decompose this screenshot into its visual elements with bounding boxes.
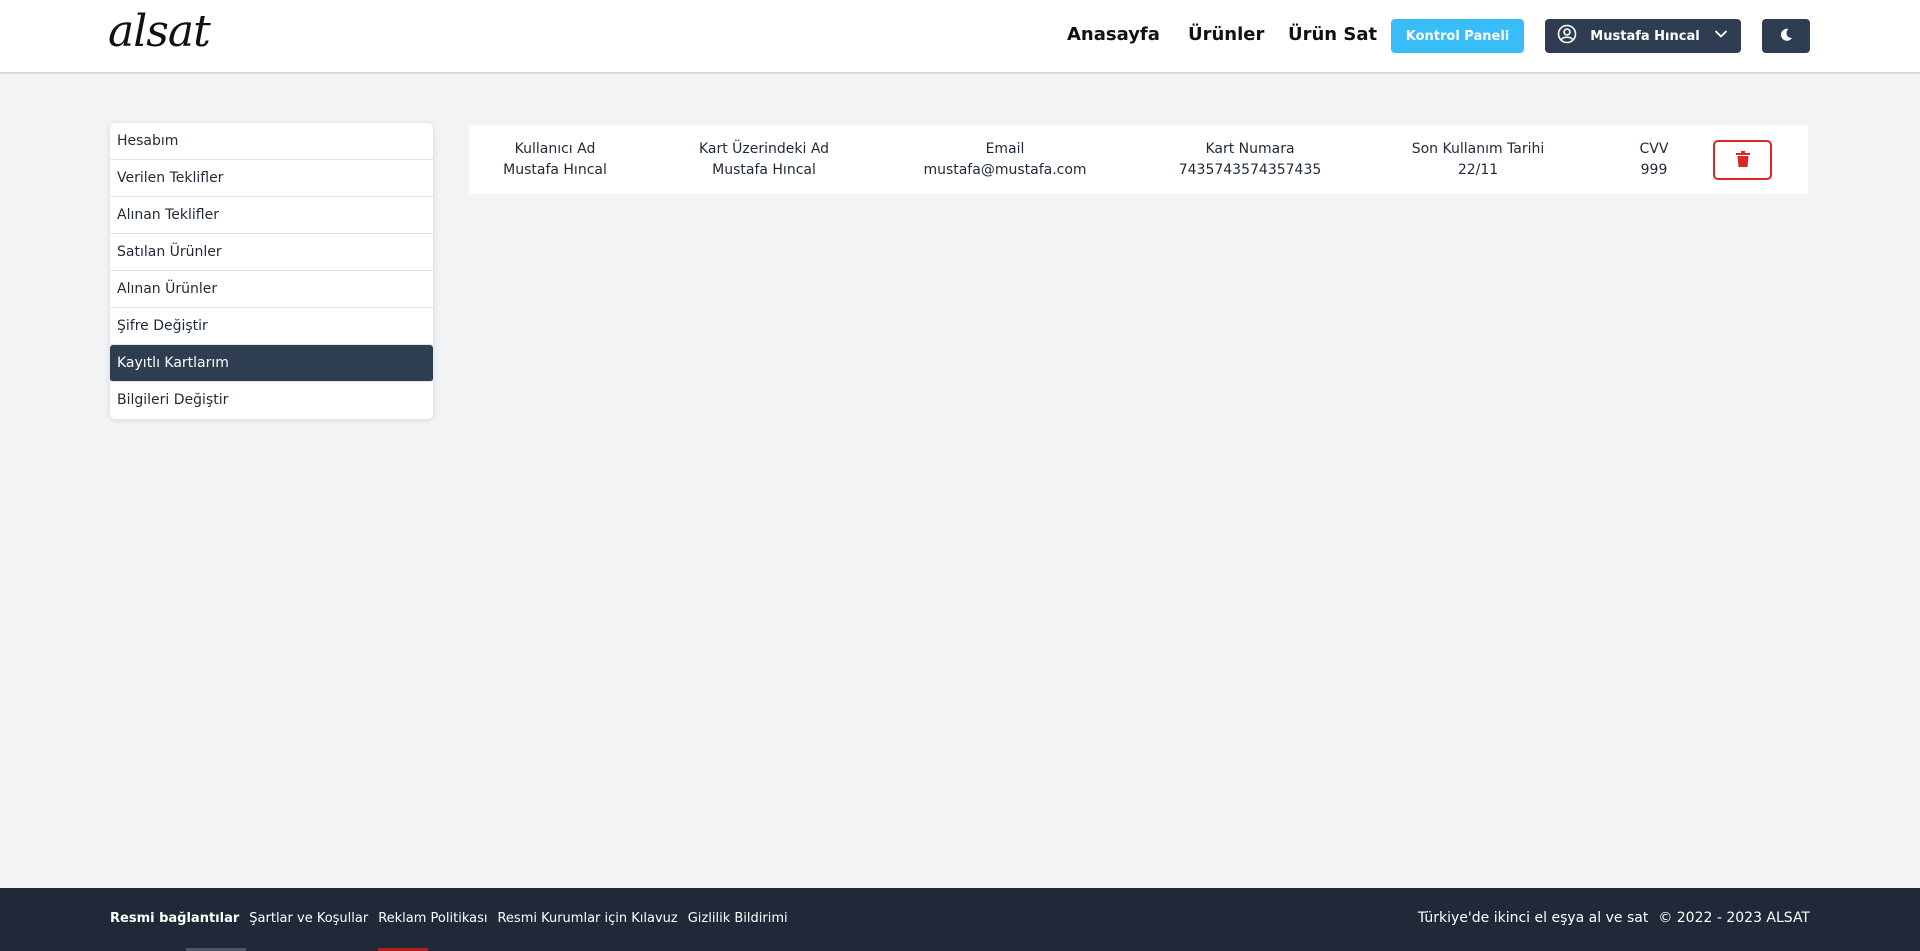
column-header: CVV — [1639, 141, 1669, 157]
card-column-cardholder: Kart Üzerindeki Ad Mustafa Hıncal — [699, 139, 829, 181]
sidebar-item-saved-cards[interactable]: Kayıtlı Kartlarım — [110, 345, 433, 382]
footer-right: Türkiye'de ikinci el eşya al ve sat © 20… — [1418, 910, 1810, 926]
sidebar-item-offers-received[interactable]: Alınan Teklifler — [110, 197, 433, 234]
footer-link-authorities-guide[interactable]: Resmi Kurumlar için Kılavuz — [497, 911, 677, 926]
column-value: mustafa@mustafa.com — [923, 162, 1087, 178]
sidebar-item-account[interactable]: Hesabım — [110, 123, 433, 160]
nav-products-link[interactable]: Ürünler — [1188, 24, 1264, 45]
card-column-expiry: Son Kullanım Tarihi 22/11 — [1412, 139, 1545, 181]
user-name: Mustafa Hıncal — [1590, 28, 1700, 44]
sidebar-item-offers-given[interactable]: Verilen Teklifler — [110, 160, 433, 197]
user-circle-icon — [1557, 24, 1577, 48]
account-sidebar: Hesabım Verilen Teklifler Alınan Teklifl… — [110, 123, 433, 419]
footer-link-terms[interactable]: Şartlar ve Koşullar — [249, 911, 368, 926]
column-value: Mustafa Hıncal — [712, 162, 816, 178]
column-header: Email — [985, 141, 1025, 157]
site-logo[interactable]: alsat — [108, 6, 211, 57]
control-panel-button[interactable]: Kontrol Paneli — [1391, 19, 1524, 53]
footer-copyright: © 2022 - 2023 ALSAT — [1658, 910, 1810, 926]
column-value: 22/11 — [1457, 162, 1499, 178]
saved-card-row: Kullanıcı Ad Mustafa Hıncal Kart Üzerind… — [469, 125, 1808, 194]
card-column-email: Email mustafa@mustafa.com — [923, 139, 1086, 181]
column-value: 999 — [1640, 162, 1668, 178]
card-column-cvv: CVV 999 — [1640, 139, 1669, 181]
footer-links: Resmi bağlantılar Şartlar ve Koşullar Re… — [110, 911, 788, 926]
nav-sell-link[interactable]: Ürün Sat — [1288, 24, 1377, 45]
chevron-down-icon — [1713, 26, 1729, 46]
column-header: Kart Numara — [1205, 141, 1295, 157]
column-header: Kart Üzerindeki Ad — [698, 141, 830, 157]
site-footer: Resmi bağlantılar Şartlar ve Koşullar Re… — [0, 888, 1920, 951]
moon-icon — [1778, 27, 1794, 46]
card-column-number: Kart Numara 7435743574357435 — [1179, 139, 1322, 181]
user-menu-button[interactable]: Mustafa Hıncal — [1545, 19, 1741, 53]
column-header: Son Kullanım Tarihi — [1411, 141, 1545, 157]
navbar: alsat Anasayfa Ürünler Ürün Sat Kontrol … — [0, 0, 1920, 74]
footer-tagline: Türkiye'de ikinci el eşya al ve sat — [1417, 910, 1649, 926]
card-column-username: Kullanıcı Ad Mustafa Hıncal — [503, 139, 607, 181]
footer-links-title: Resmi bağlantılar — [110, 911, 240, 926]
delete-card-button[interactable] — [1713, 140, 1772, 180]
theme-toggle-button[interactable] — [1762, 19, 1810, 53]
sidebar-item-bought-products[interactable]: Alınan Ürünler — [110, 271, 433, 308]
column-value: Mustafa Hıncal — [503, 162, 607, 178]
sidebar-item-change-password[interactable]: Şifre Değiştir — [110, 308, 433, 345]
footer-link-privacy[interactable]: Gizlilik Bildirimi — [688, 911, 788, 926]
sidebar-item-change-info[interactable]: Bilgileri Değiştir — [110, 382, 433, 419]
sidebar-item-sold-products[interactable]: Satılan Ürünler — [110, 234, 433, 271]
column-value: 7435743574357435 — [1178, 162, 1322, 178]
nav-home-link[interactable]: Anasayfa — [1067, 24, 1160, 45]
trash-icon — [1735, 150, 1750, 170]
footer-link-ads-policy[interactable]: Reklam Politikası — [378, 911, 487, 926]
column-header: Kullanıcı Ad — [514, 141, 596, 157]
